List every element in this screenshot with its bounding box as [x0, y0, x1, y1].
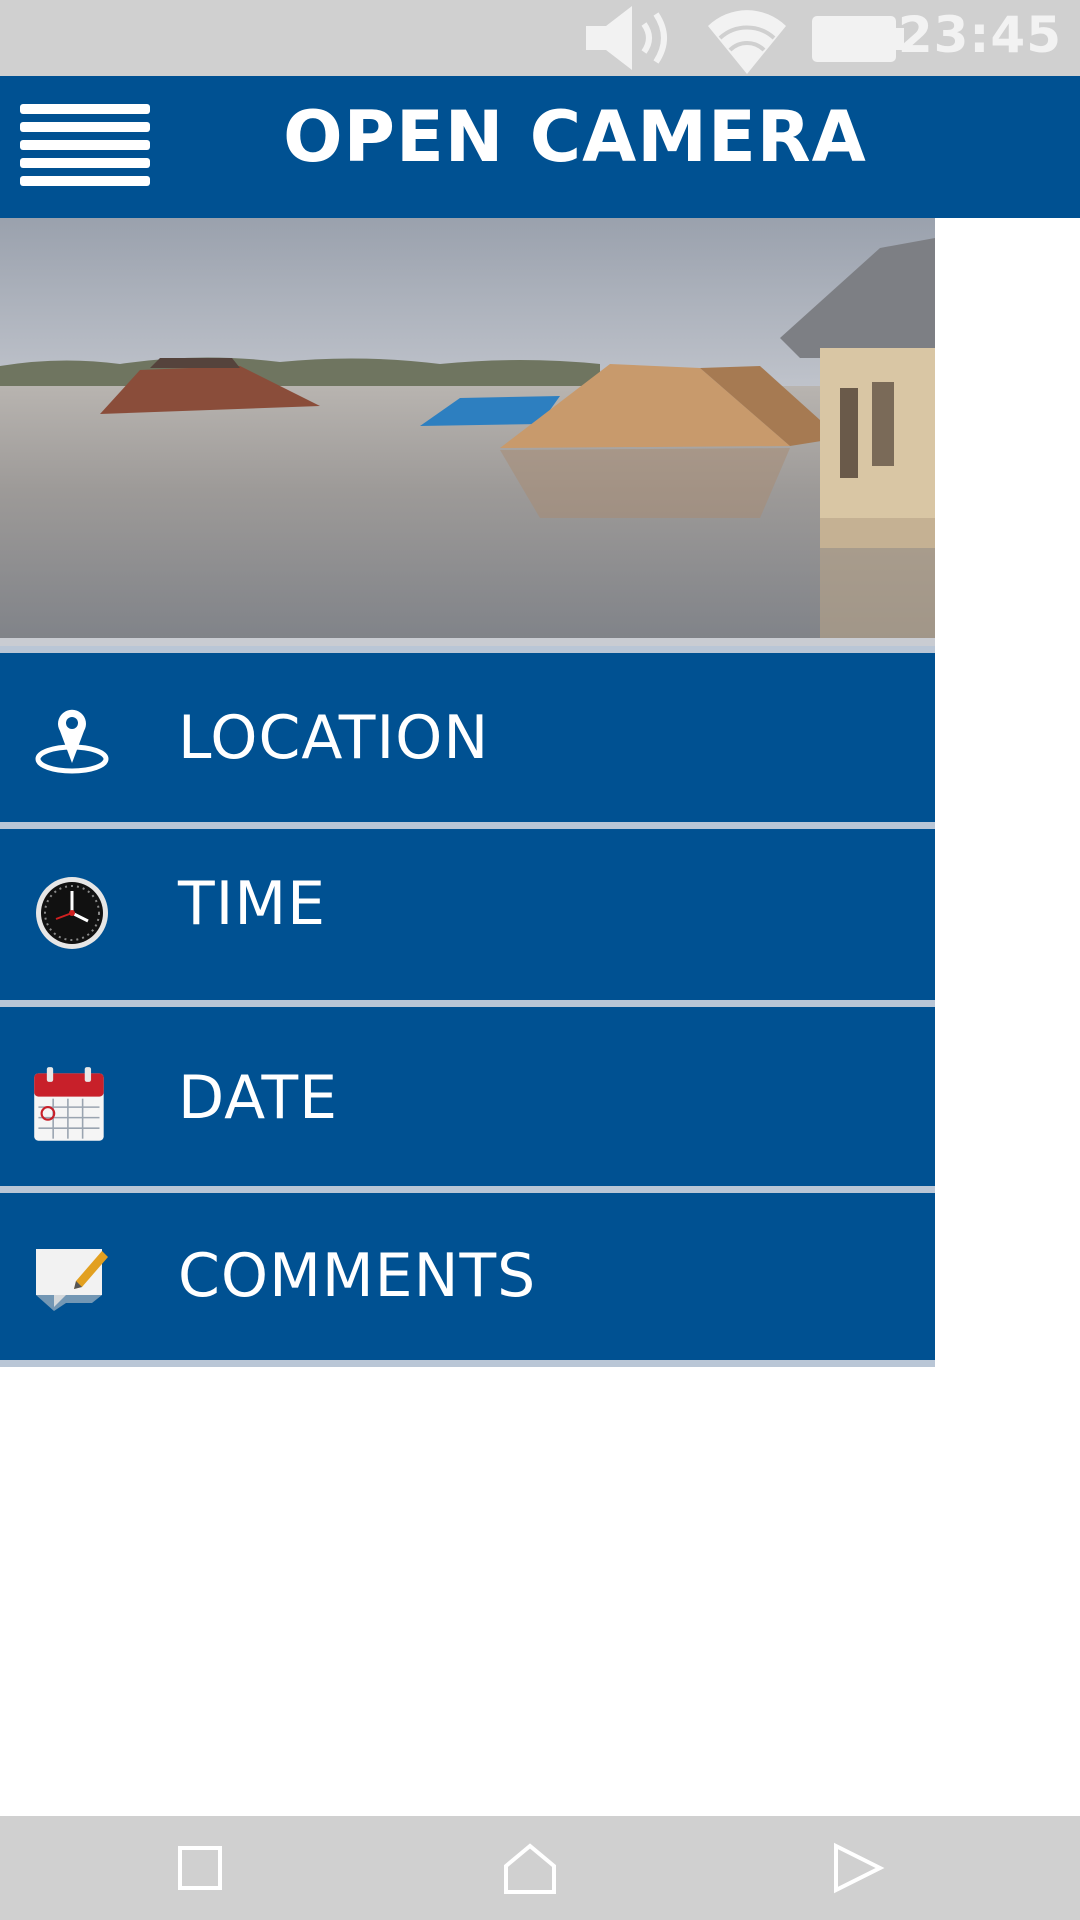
- app-header: OPEN CAMERA: [0, 76, 1080, 218]
- wifi-icon: [708, 10, 786, 74]
- menu-item-label: TIME: [178, 869, 327, 939]
- app-title: OPEN CAMERA: [283, 96, 867, 178]
- status-time: 23:45: [897, 6, 1062, 64]
- system-nav-bar: [0, 1816, 1080, 1920]
- status-bar: 23:45: [0, 0, 1080, 76]
- menu-item-comments[interactable]: COMMENTS: [0, 1186, 935, 1360]
- menu-item-date[interactable]: DATE: [0, 1000, 935, 1186]
- menu-item-label: COMMENTS: [178, 1241, 537, 1311]
- flooded-houses-photo: [0, 218, 935, 646]
- comment-edit-icon: [36, 1249, 108, 1311]
- clock-icon: [36, 877, 108, 949]
- calendar-icon: [34, 1067, 104, 1141]
- battery-icon: [812, 16, 904, 62]
- navigation-drawer: LOCATION TIME DATE COMMENTS: [0, 218, 935, 1368]
- menu-item-label: LOCATION: [178, 703, 490, 773]
- hamburger-menu-icon[interactable]: [20, 104, 150, 190]
- menu-item-location[interactable]: LOCATION: [0, 646, 935, 822]
- back-triangle-icon[interactable]: [826, 1838, 886, 1898]
- home-icon[interactable]: [500, 1838, 560, 1898]
- menu-item-time[interactable]: TIME: [0, 822, 935, 1000]
- recents-square-icon[interactable]: [170, 1838, 230, 1898]
- drawer-divider: [0, 1360, 935, 1367]
- location-pin-icon: [35, 709, 109, 774]
- volume-icon: [586, 6, 667, 70]
- menu-item-label: DATE: [178, 1063, 339, 1133]
